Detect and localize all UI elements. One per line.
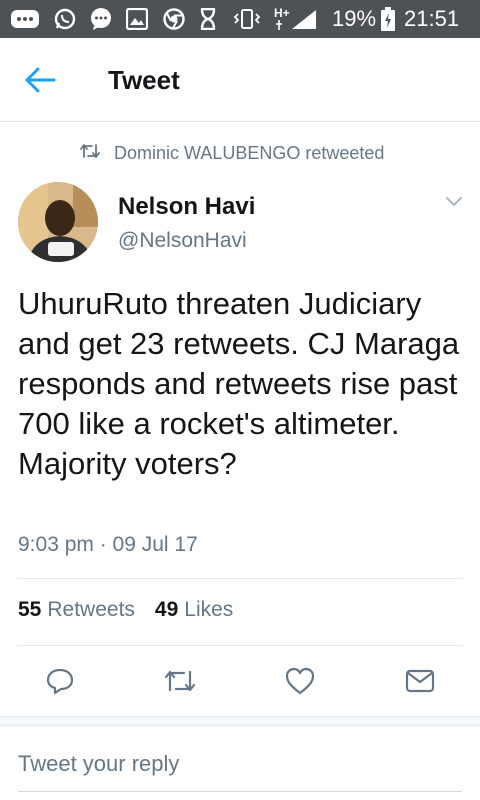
avatar[interactable]: [18, 182, 98, 262]
vibrate-icon: [232, 8, 262, 30]
tweet-text: UhuruRuto threaten Judiciary and get 23 …: [18, 286, 460, 481]
reply-icon[interactable]: [44, 666, 76, 696]
message-icon: [8, 8, 42, 30]
like-icon[interactable]: [284, 666, 316, 696]
retweet-context-label: Dominic WALUBENGO retweeted: [114, 142, 385, 163]
likes-count: 49: [154, 598, 179, 621]
chevron-down-icon[interactable]: [444, 195, 464, 209]
chrome-icon: [162, 8, 186, 30]
hourglass-icon: [198, 8, 218, 30]
divider: [18, 645, 462, 646]
status-bar: H+ 19% 21:51: [0, 0, 480, 38]
likes-label: Likes: [184, 598, 234, 621]
battery-icon: [380, 7, 396, 31]
retweet-context[interactable]: Dominic WALUBENGO retweeted: [80, 142, 384, 164]
likes-stat[interactable]: 49 Likes: [155, 598, 233, 622]
tweet-stats: 55 Retweets 49 Likes: [18, 598, 233, 622]
battery-percentage: 19%: [332, 6, 377, 31]
gallery-icon: [125, 8, 149, 30]
message-icon[interactable]: [404, 666, 436, 696]
section-divider: [0, 716, 480, 726]
reply-input[interactable]: [18, 744, 462, 792]
retweets-count: 55: [18, 598, 42, 621]
back-arrow-icon[interactable]: [24, 66, 56, 94]
retweets-stat[interactable]: 55 Retweets: [18, 598, 135, 622]
whatsapp-icon: [52, 8, 78, 30]
retweets-label: Retweets: [47, 598, 135, 621]
tweet-timestamp: 9:03 pm · 09 Jul 17: [18, 533, 198, 556]
retweet-icon[interactable]: [164, 666, 196, 696]
app-bar: Tweet: [0, 38, 480, 122]
chat-icon: [88, 8, 114, 30]
signal-icon: H+: [274, 7, 322, 30]
retweet-small-icon: [80, 143, 114, 164]
page-title: Tweet: [108, 65, 180, 95]
author-name[interactable]: Nelson Havi: [118, 193, 255, 221]
clock: 21:51: [404, 6, 460, 31]
author-handle[interactable]: @NelsonHavi: [118, 229, 247, 253]
divider: [18, 578, 462, 579]
